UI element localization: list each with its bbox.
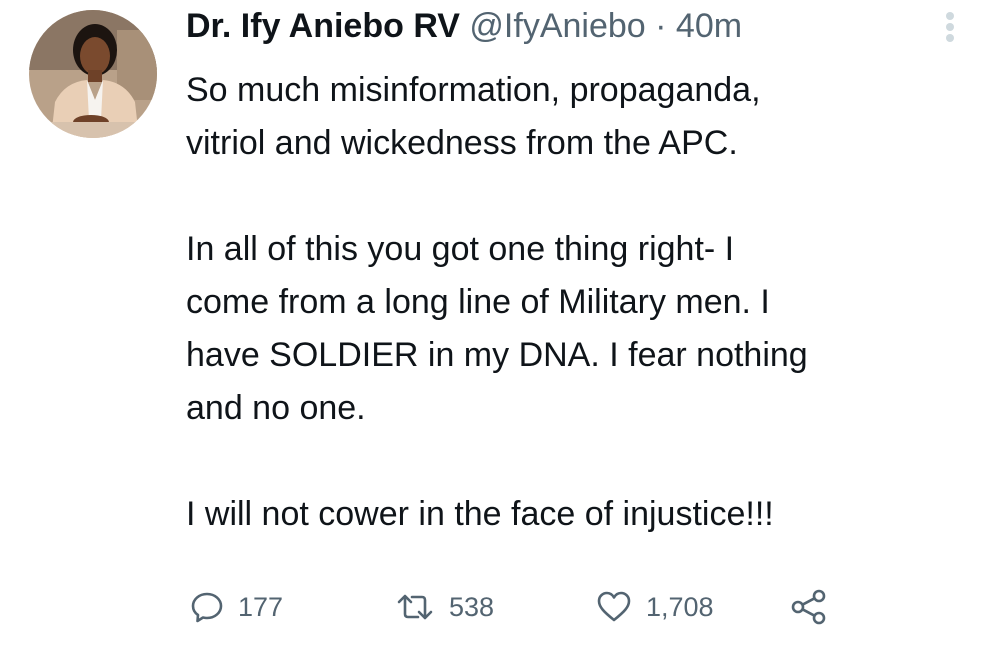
timestamp[interactable]: 40m (676, 7, 742, 45)
more-options-button[interactable] (942, 8, 958, 46)
tweet-line: and no one. (186, 389, 366, 427)
user-handle[interactable]: @IfyAniebo (469, 7, 645, 45)
share-icon (791, 589, 826, 625)
tweet-text: So much misinformation, propaganda, vitr… (186, 64, 966, 541)
reply-button[interactable]: 177 (190, 585, 283, 629)
tweet-line: come from a long line of Military men. I (186, 283, 770, 321)
retweet-button[interactable]: 538 (395, 585, 494, 629)
profile-photo (29, 10, 157, 138)
retweet-count: 538 (449, 591, 495, 622)
display-name[interactable]: Dr. Ify Aniebo RV (186, 7, 460, 45)
tweet-line: I will not cower in the face of injustic… (186, 495, 774, 533)
tweet-actions: 177 538 1,708 (190, 585, 850, 629)
like-count: 1,708 (646, 591, 714, 622)
share-button[interactable] (790, 585, 828, 629)
more-vertical-icon (946, 12, 954, 42)
tweet-line: vitriol and wickedness from the APC. (186, 124, 738, 162)
retweet-icon (397, 594, 433, 620)
heart-icon (597, 591, 631, 622)
tweet-line: have SOLDIER in my DNA. I fear nothing (186, 336, 808, 374)
like-button[interactable]: 1,708 (596, 585, 714, 629)
avatar[interactable] (29, 10, 157, 138)
reply-count: 177 (238, 591, 284, 622)
tweet-line: So much misinformation, propaganda, (186, 71, 761, 109)
separator: · (655, 7, 667, 45)
tweet-header: Dr. Ify Aniebo RV @IfyAniebo · 40m (186, 4, 742, 48)
tweet-line: In all of this you got one thing right- … (186, 230, 735, 268)
reply-icon (191, 592, 223, 623)
